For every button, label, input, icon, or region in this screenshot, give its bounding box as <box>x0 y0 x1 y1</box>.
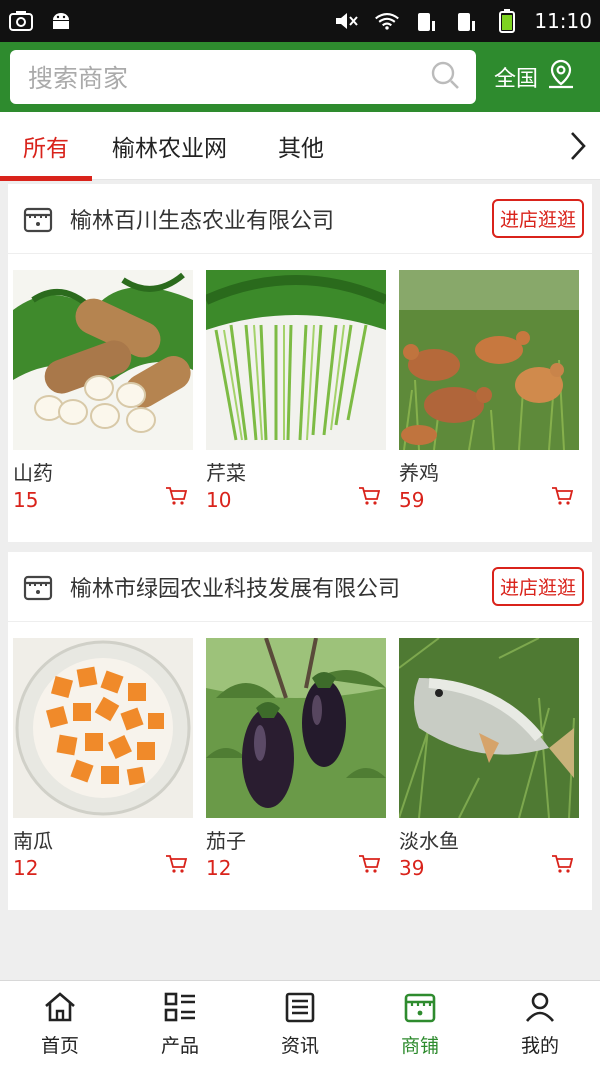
tab-all[interactable]: 所有 <box>0 112 92 181</box>
nav-shops[interactable]: 商铺 <box>360 981 480 1067</box>
chevron-right-icon[interactable] <box>568 130 588 166</box>
tab-yulin-agriculture[interactable]: 榆林农业网 <box>112 112 227 180</box>
product-image-celery <box>206 270 386 450</box>
product-name: 南瓜 <box>13 829 53 853</box>
screenshot-icon <box>8 9 34 33</box>
clock: 11:10 <box>534 9 592 33</box>
product-name: 山药 <box>13 461 53 485</box>
product-image-eggplant <box>206 638 386 818</box>
search-icon[interactable] <box>430 60 460 94</box>
nav-profile[interactable]: 我的 <box>480 981 600 1067</box>
visit-shop-button[interactable]: 进店逛逛 <box>491 567 584 606</box>
battery-icon <box>494 9 520 33</box>
product-card[interactable]: 养鸡 59 <box>399 270 579 540</box>
product-image-pumpkin <box>13 638 193 818</box>
shop-header: 榆林市绿园农业科技发展有限公司 进店逛逛 <box>8 552 592 622</box>
tab-other[interactable]: 其他 <box>278 112 324 180</box>
nav-label: 我的 <box>520 1034 559 1057</box>
cart-icon[interactable] <box>165 486 188 510</box>
location-pin-icon <box>546 58 576 96</box>
category-tabs: 所有 榆林农业网 其他 <box>0 112 600 181</box>
storefront-icon <box>22 203 54 235</box>
signal-icon-2 <box>454 9 480 33</box>
shop-icon <box>403 991 437 1027</box>
cart-icon[interactable] <box>358 854 381 878</box>
product-card[interactable]: 山药 15 <box>13 270 193 540</box>
nav-products[interactable]: 产品 <box>120 981 240 1067</box>
nav-label: 资讯 <box>280 1034 319 1057</box>
cart-icon[interactable] <box>165 854 188 878</box>
android-icon <box>48 9 74 33</box>
nav-label: 产品 <box>160 1034 199 1057</box>
nav-label: 商铺 <box>400 1034 439 1057</box>
bottom-nav: 首页 产品 资讯 商铺 我的 <box>0 980 600 1067</box>
status-bar: 11:10 <box>0 0 600 42</box>
signal-icon <box>414 9 440 33</box>
product-name: 芹菜 <box>206 461 246 485</box>
product-name: 淡水鱼 <box>399 829 459 853</box>
product-image-yam <box>13 270 193 450</box>
search-input[interactable]: 搜索商家 <box>10 50 476 104</box>
region-label: 全国 <box>494 67 539 92</box>
product-card[interactable]: 芹菜 10 <box>206 270 386 540</box>
mute-icon <box>334 9 360 33</box>
product-image-fish <box>399 638 579 818</box>
shop-name: 榆林市绿园农业科技发展有限公司 <box>70 576 401 602</box>
list-icon <box>163 991 197 1027</box>
shop-name: 榆林百川生态农业有限公司 <box>70 208 335 234</box>
cart-icon[interactable] <box>551 486 574 510</box>
storefront-icon <box>22 571 54 603</box>
home-icon <box>43 991 77 1027</box>
nav-label: 首页 <box>40 1034 79 1057</box>
product-card[interactable]: 南瓜 12 <box>13 638 193 908</box>
shop-card: 榆林市绿园农业科技发展有限公司 进店逛逛 南瓜 12 茄子 12 淡水鱼 39 <box>8 552 592 910</box>
user-icon <box>523 991 557 1027</box>
header: 搜索商家 全国 <box>0 42 600 112</box>
product-name: 茄子 <box>206 829 246 853</box>
region-selector[interactable]: 全国 <box>494 58 576 96</box>
shop-card: 榆林百川生态农业有限公司 进店逛逛 山药 15 芹菜 10 养鸡 59 <box>8 184 592 542</box>
product-card[interactable]: 茄子 12 <box>206 638 386 908</box>
product-name: 养鸡 <box>399 461 439 485</box>
news-icon <box>283 991 317 1027</box>
product-image-chickens <box>399 270 579 450</box>
visit-shop-button[interactable]: 进店逛逛 <box>491 199 584 238</box>
cart-icon[interactable] <box>551 854 574 878</box>
nav-news[interactable]: 资讯 <box>240 981 360 1067</box>
cart-icon[interactable] <box>358 486 381 510</box>
wifi-icon <box>374 9 400 33</box>
search-placeholder: 搜索商家 <box>28 64 129 93</box>
shop-header: 榆林百川生态农业有限公司 进店逛逛 <box>8 184 592 254</box>
product-card[interactable]: 淡水鱼 39 <box>399 638 579 908</box>
nav-home[interactable]: 首页 <box>0 981 120 1067</box>
